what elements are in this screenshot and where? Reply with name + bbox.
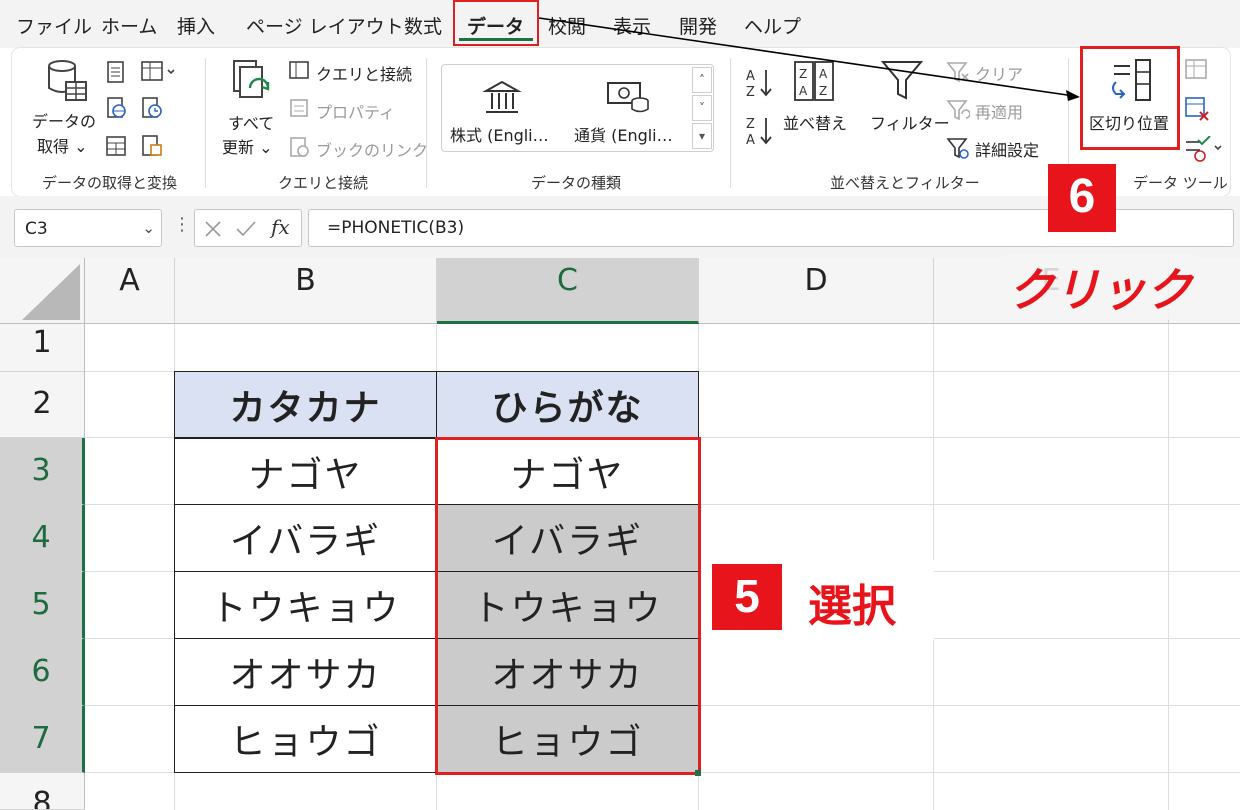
callout-arrow (538, 17, 1080, 101)
